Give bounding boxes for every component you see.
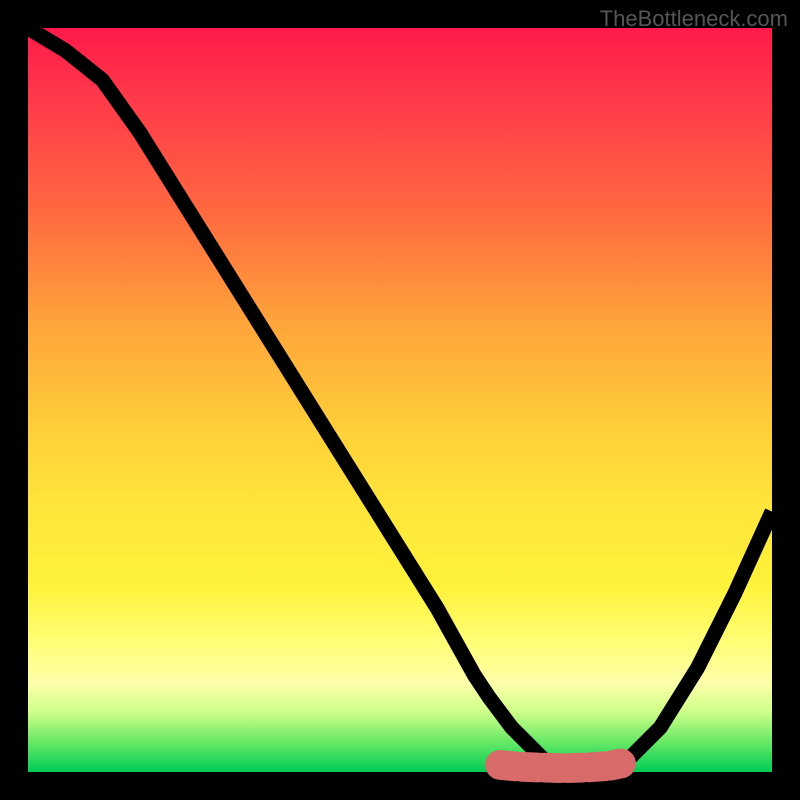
gradient-plot-area bbox=[28, 28, 772, 772]
marker-dot bbox=[618, 758, 628, 768]
bottleneck-curve bbox=[28, 28, 772, 770]
curve-svg bbox=[28, 28, 772, 772]
optimal-markers bbox=[492, 758, 629, 774]
watermark-label: TheBottleneck.com bbox=[600, 6, 788, 32]
